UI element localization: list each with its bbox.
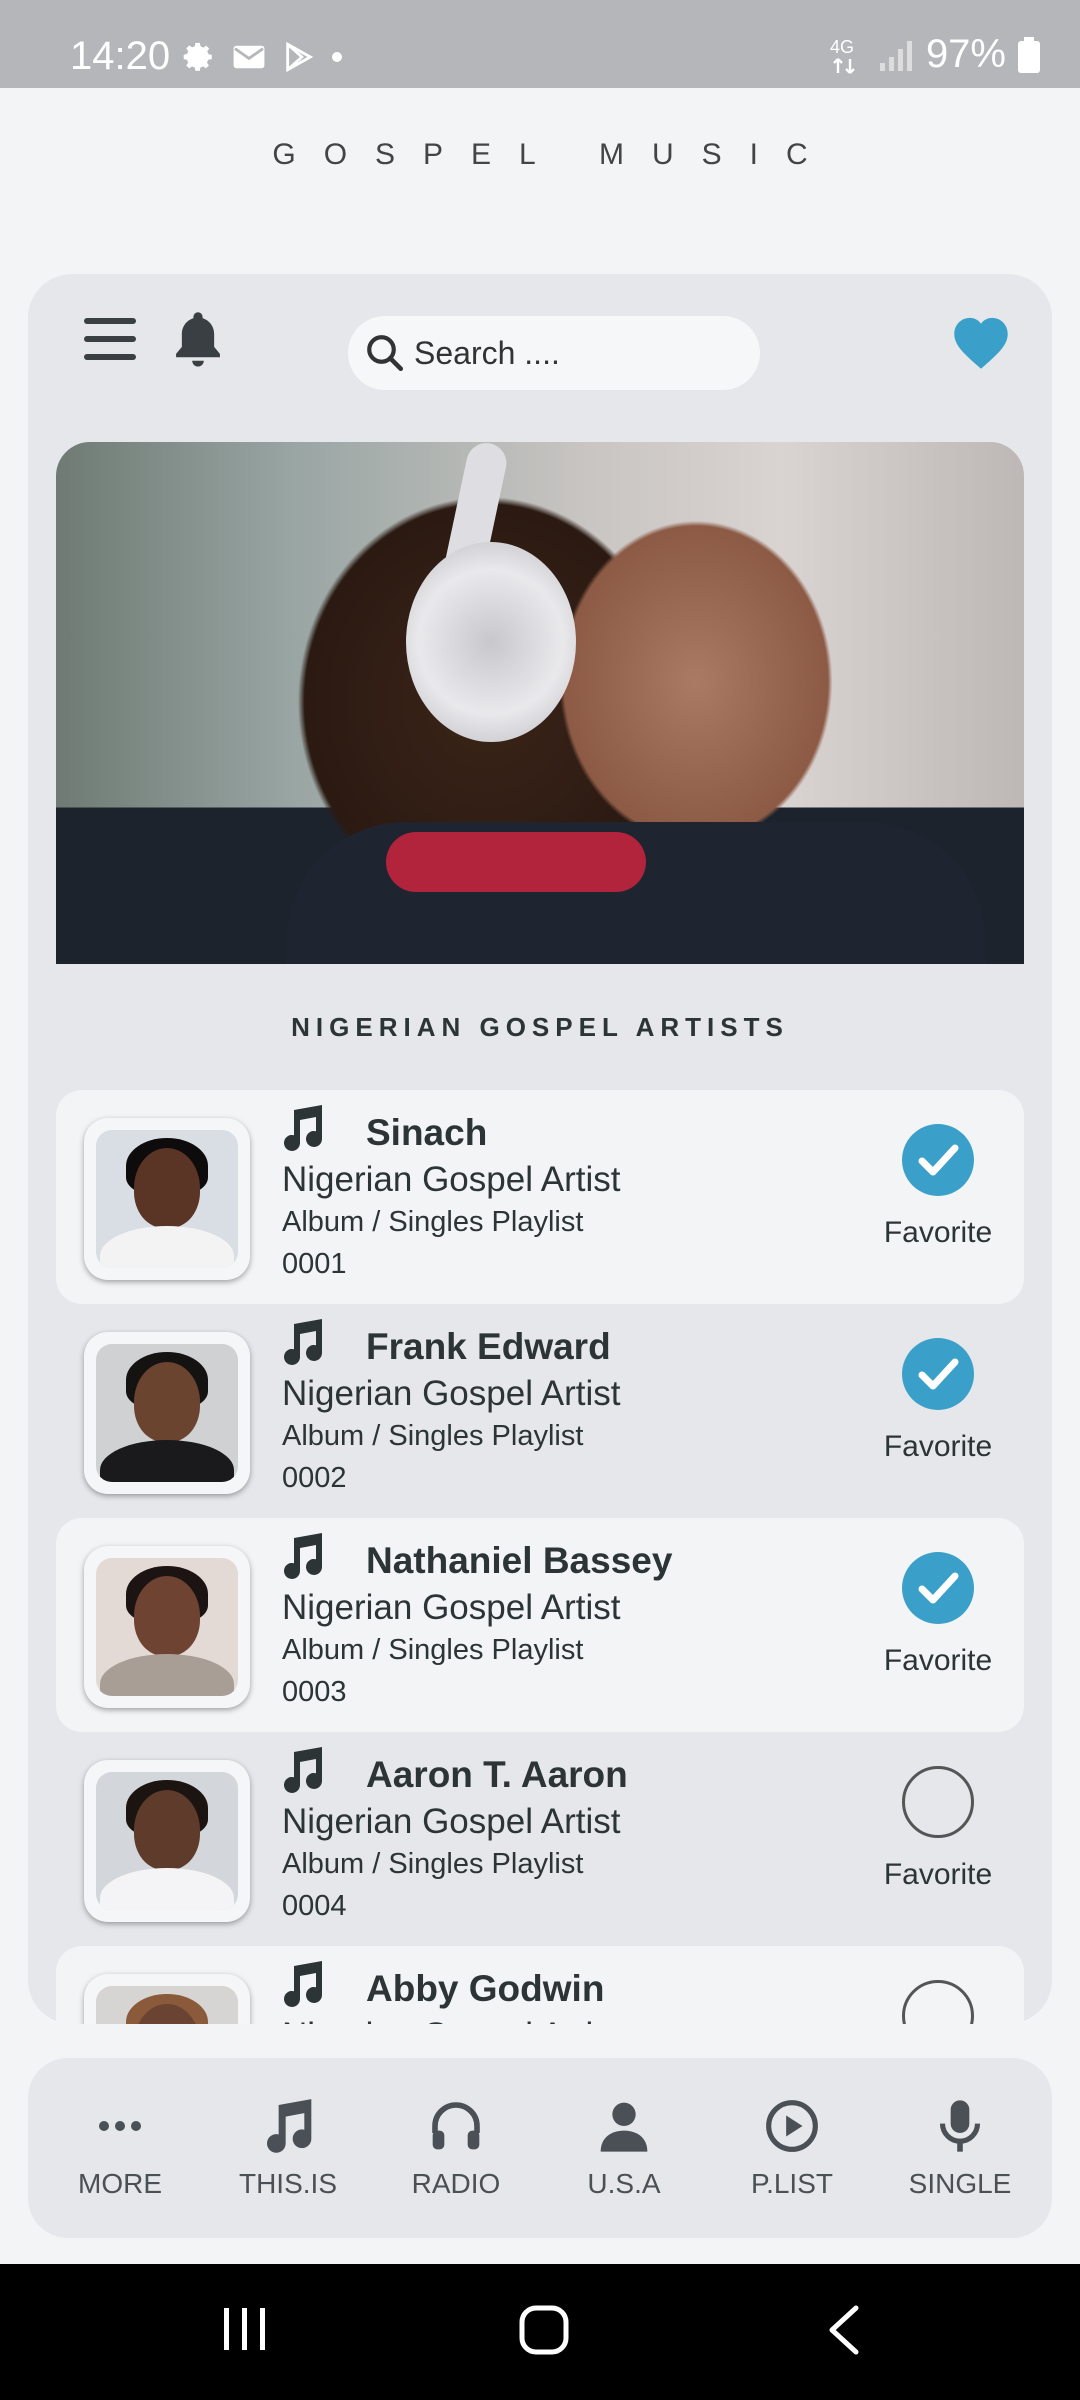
favorite-checkbox[interactable] [902, 1980, 974, 2024]
artist-number: 0001 [282, 1248, 347, 1280]
artist-avatar[interactable] [84, 1118, 250, 1280]
headphones-image-detail [406, 542, 576, 742]
svg-text:4G: 4G [830, 37, 854, 57]
artist-name[interactable]: Nathaniel Bassey [366, 1540, 672, 1582]
artist-row[interactable]: Abby Godwin Nigerian Gospel Artist Album… [56, 1946, 1024, 2024]
artist-name[interactable]: Aaron T. Aaron [366, 1754, 628, 1796]
check-icon [902, 1572, 974, 1628]
artist-row[interactable]: Frank Edward Nigerian Gospel Artist Albu… [56, 1304, 1024, 1518]
artist-number: 0004 [282, 1890, 347, 1922]
artist-photo [96, 1130, 238, 1268]
main-card: NIGERIAN GOSPEL ARTISTS Sinach Nigerian … [28, 274, 1052, 2024]
nav-item-plist[interactable]: P.LIST [712, 2058, 872, 2238]
artist-playlist-info: Album / Singles Playlist [282, 1206, 584, 1238]
music-note-icon [278, 1960, 326, 2010]
artist-name[interactable]: Abby Godwin [366, 1968, 604, 2010]
artist-photo [96, 1986, 238, 2024]
favorite-label: Favorite [883, 1430, 993, 1463]
favorite-label: Favorite [883, 1216, 993, 1249]
check-icon [902, 1144, 974, 1200]
artist-avatar[interactable] [84, 1760, 250, 1922]
hamburger-menu-icon[interactable] [84, 316, 136, 362]
nav-item-usa[interactable]: U.S.A [544, 2058, 704, 2238]
artist-subtitle: Nigerian Gospel Artist [282, 1374, 621, 1413]
more-icon [92, 2098, 148, 2154]
nav-item-more[interactable]: MORE [40, 2058, 200, 2238]
artist-photo [96, 1772, 238, 1910]
recent-apps-icon[interactable] [220, 2304, 270, 2354]
favorite-checkbox[interactable] [902, 1338, 974, 1410]
artist-photo [96, 1558, 238, 1696]
artist-name[interactable]: Frank Edward [366, 1326, 611, 1368]
nav-label: MORE [78, 2168, 162, 2199]
artist-number: 0003 [282, 1676, 347, 1708]
favorite-label: Favorite [883, 1858, 993, 1891]
bottom-nav: MORE THIS.IS RADIO U.S.A P.LIST SINGLE [28, 2058, 1052, 2238]
music-note-icon [260, 2098, 316, 2154]
bell-icon[interactable] [170, 310, 226, 370]
hero-image [56, 442, 1024, 964]
section-title: NIGERIAN GOSPEL ARTISTS [291, 1012, 789, 1042]
artist-playlist-info: Album / Singles Playlist [282, 1634, 584, 1666]
home-icon[interactable] [518, 2304, 570, 2356]
nav-item-radio[interactable]: RADIO [376, 2058, 536, 2238]
network-icon: 4G [830, 37, 855, 74]
search-icon [367, 335, 404, 372]
artist-row[interactable]: Nathaniel Bassey Nigerian Gospel Artist … [56, 1518, 1024, 1732]
favorite-label: Favorite [883, 1644, 993, 1677]
status-bar: 14:20 4G 97% [0, 0, 1080, 88]
artist-avatar[interactable] [84, 1974, 250, 2024]
music-note-icon [278, 1532, 326, 1582]
signal-icon [879, 40, 912, 71]
person-icon [596, 2098, 652, 2154]
artist-row[interactable]: Aaron T. Aaron Nigerian Gospel Artist Al… [56, 1732, 1024, 1946]
app-title: GOSPEL MUSIC [272, 138, 836, 171]
artist-name[interactable]: Sinach [366, 1112, 487, 1154]
play-circle-icon [764, 2098, 820, 2154]
nav-label: P.LIST [751, 2168, 833, 2199]
favorites-heart-icon[interactable] [950, 314, 1012, 370]
search-input[interactable] [414, 334, 734, 372]
artist-row[interactable]: Sinach Nigerian Gospel Artist Album / Si… [56, 1090, 1024, 1304]
artist-playlist-info: Album / Singles Playlist [282, 1848, 584, 1880]
music-note-icon [278, 1746, 326, 1796]
artist-subtitle: Nigerian Gospel Artist [282, 1588, 621, 1627]
nav-label: RADIO [411, 2168, 501, 2199]
artist-subtitle: Nigerian Gospel Artist [282, 1802, 621, 1841]
nav-label: THIS.IS [238, 2168, 337, 2199]
microphone-icon [932, 2098, 988, 2154]
music-note-icon [278, 1104, 326, 1154]
nav-label: U.S.A [587, 2168, 661, 2199]
artist-avatar[interactable] [84, 1332, 250, 1494]
status-time: 14:20 [70, 34, 171, 78]
artist-avatar[interactable] [84, 1546, 250, 1708]
headphones-icon [428, 2098, 484, 2154]
battery-percent: 97% [925, 32, 1006, 76]
artist-list: Sinach Nigerian Gospel Artist Album / Si… [56, 1090, 1024, 2024]
play-store-icon [286, 41, 314, 73]
artist-subtitle: Nigerian Gospel Artist [282, 1160, 621, 1199]
artist-number: 0002 [282, 1462, 347, 1494]
artist-subtitle: Nigerian Gospel Artist [282, 2016, 620, 2024]
battery-icon [1018, 36, 1040, 73]
artist-playlist-info: Album / Singles Playlist [282, 1420, 584, 1452]
back-icon[interactable] [826, 2304, 862, 2356]
mail-icon [233, 45, 265, 69]
nav-label: SINGLE [908, 2168, 1012, 2199]
artist-photo [96, 1344, 238, 1482]
music-note-icon [278, 1318, 326, 1368]
favorite-checkbox[interactable] [902, 1552, 974, 1624]
settings-icon [183, 42, 212, 71]
nav-item-single[interactable]: SINGLE [880, 2058, 1040, 2238]
favorite-checkbox[interactable] [902, 1766, 974, 1838]
favorite-checkbox[interactable] [902, 1124, 974, 1196]
system-nav-bar [0, 2264, 1080, 2400]
notification-dot [332, 52, 342, 62]
check-icon [902, 1358, 974, 1414]
nav-item-thisis[interactable]: THIS.IS [208, 2058, 368, 2238]
search-bar[interactable] [348, 316, 760, 390]
